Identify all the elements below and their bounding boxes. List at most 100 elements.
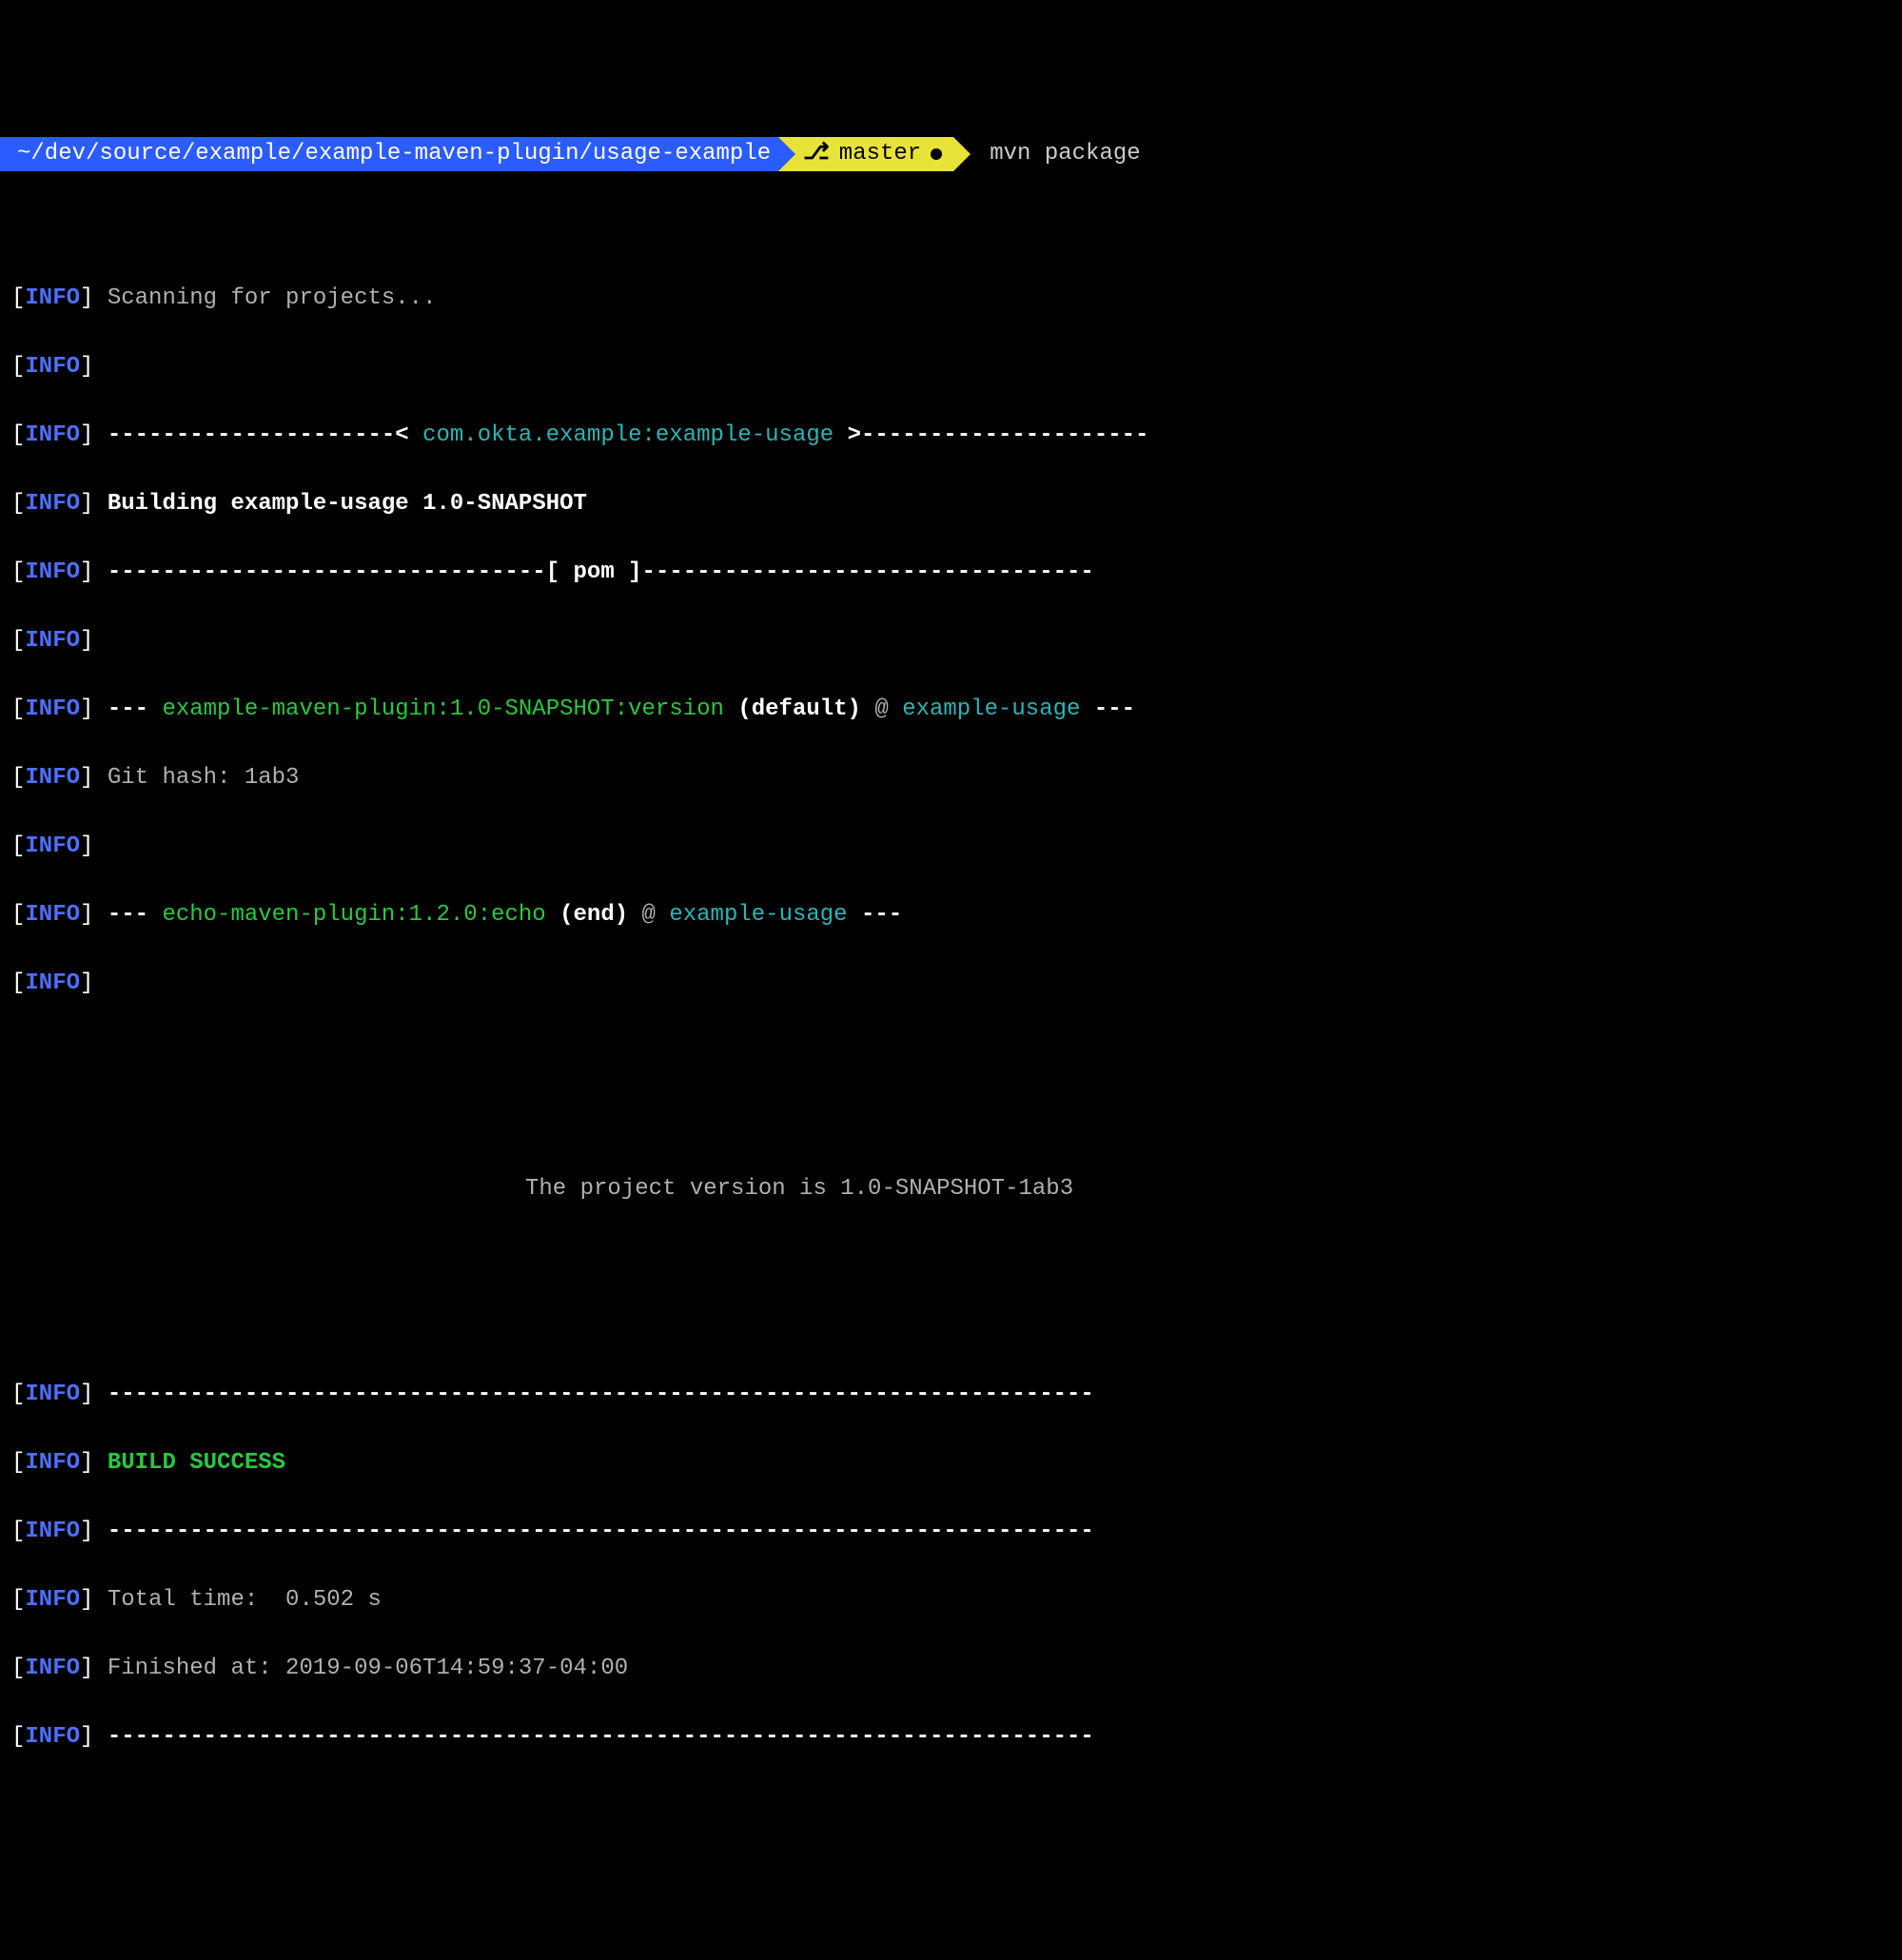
output-line: [INFO] (11, 967, 1891, 1001)
plugin-dashes: --- (108, 696, 163, 722)
plugin-dashes: --- (848, 902, 903, 928)
info-tag: INFO (25, 1519, 80, 1544)
info-tag: INFO (25, 1450, 80, 1476)
info-tag: INFO (25, 1382, 80, 1407)
plugin-at: @ (861, 696, 902, 722)
bracket-close: ] (80, 1519, 93, 1544)
hr-dashes: ----------------------------------------… (108, 1724, 1094, 1750)
bracket-open: [ (11, 285, 25, 311)
bracket-close: ] (80, 422, 93, 448)
plugin-project: example-usage (669, 902, 847, 928)
output-line: [INFO] (11, 624, 1891, 658)
finished-at-text: Finished at: 2019-09-06T14:59:37-04:00 (108, 1656, 628, 1681)
path-arrow-icon (778, 137, 795, 171)
terminal-output: [INFO] Scanning for projects... [INFO] [… (0, 240, 1902, 1789)
pom-dashes: --------------------------------[ (108, 559, 574, 585)
output-line: [INFO] Total time: 0.502 s (11, 1583, 1891, 1617)
prompt-path: ~/dev/source/example/example-maven-plugi… (0, 137, 778, 171)
bracket-open: [ (11, 628, 25, 654)
output-line: [INFO] ---------------------------------… (11, 1515, 1891, 1549)
echo-text: The project version is 1.0-SNAPSHOT-1ab3 (525, 1176, 1073, 1202)
bracket-close: ] (80, 285, 93, 311)
total-time-text: Total time: 0.502 s (108, 1587, 382, 1613)
bracket-close: ] (80, 696, 93, 722)
scanning-text: Scanning for projects... (108, 285, 437, 311)
output-line (11, 1309, 1891, 1343)
pom-label: pom (574, 559, 615, 585)
building-text: Building example-usage 1.0-SNAPSHOT (108, 491, 587, 517)
output-line: [INFO] ---------------------< com.okta.e… (11, 419, 1891, 453)
bracket-close: ] (80, 1724, 93, 1750)
git-hash-text: Git hash: 1ab3 (108, 765, 300, 791)
output-line: [INFO] Building example-usage 1.0-SNAPSH… (11, 487, 1891, 521)
info-tag: INFO (25, 491, 80, 517)
info-tag: INFO (25, 1656, 80, 1681)
bracket-open: [ (11, 422, 25, 448)
bracket-close: ] (80, 559, 93, 585)
bracket-close: ] (80, 1656, 93, 1681)
plugin-at: @ (628, 902, 669, 928)
build-success-text: BUILD SUCCESS (108, 1450, 285, 1476)
plugin-end: (end) (546, 902, 628, 928)
info-tag: INFO (25, 833, 80, 859)
prompt-branch: ⎇ master (778, 137, 953, 171)
bracket-close: ] (80, 970, 93, 996)
project-coordinates: com.okta.example:example-usage (422, 422, 833, 448)
hr-dashes: ----------------------------------------… (108, 1519, 1094, 1544)
pom-dashes: ]--------------------------------- (615, 559, 1094, 585)
echo-output: The project version is 1.0-SNAPSHOT-1ab3 (11, 1172, 1891, 1206)
bracket-open: [ (11, 765, 25, 791)
info-tag: INFO (25, 970, 80, 996)
output-line: [INFO] BUILD SUCCESS (11, 1446, 1891, 1480)
info-tag: INFO (25, 354, 80, 380)
plugin-default: (default) (724, 696, 861, 722)
info-tag: INFO (25, 1587, 80, 1613)
dirty-indicator-icon (931, 148, 942, 160)
output-line: [INFO] --- echo-maven-plugin:1.2.0:echo … (11, 898, 1891, 932)
bracket-close: ] (80, 1587, 93, 1613)
header-dashes: ---------------------< (108, 422, 422, 448)
plugin-name: echo-maven-plugin:1.2.0:echo (162, 902, 545, 928)
info-tag: INFO (25, 628, 80, 654)
bracket-open: [ (11, 1519, 25, 1544)
bracket-close: ] (80, 1450, 93, 1476)
prompt-command: mvn package (971, 137, 1140, 171)
branch-arrow-icon (953, 137, 971, 171)
bracket-close: ] (80, 902, 93, 928)
info-tag: INFO (25, 902, 80, 928)
output-line: [INFO] ---------------------------------… (11, 1720, 1891, 1754)
bracket-open: [ (11, 1724, 25, 1750)
header-dashes: >--------------------- (833, 422, 1148, 448)
output-line: [INFO] Finished at: 2019-09-06T14:59:37-… (11, 1652, 1891, 1686)
output-line: [INFO] Scanning for projects... (11, 282, 1891, 316)
output-line: [INFO] (11, 830, 1891, 864)
bracket-open: [ (11, 559, 25, 585)
git-branch-icon: ⎇ (803, 137, 830, 171)
prompt-line[interactable]: ~/dev/source/example/example-maven-plugi… (0, 137, 1902, 171)
bracket-close: ] (80, 765, 93, 791)
bracket-close: ] (80, 628, 93, 654)
bracket-open: [ (11, 354, 25, 380)
info-tag: INFO (25, 696, 80, 722)
bracket-close: ] (80, 1382, 93, 1407)
command-text: mvn package (990, 137, 1140, 171)
output-line: [INFO] --- example-maven-plugin:1.0-SNAP… (11, 693, 1891, 727)
output-line: [INFO] ---------------------------------… (11, 1378, 1891, 1412)
bracket-open: [ (11, 696, 25, 722)
plugin-dashes: --- (108, 902, 163, 928)
output-line (11, 1241, 1891, 1275)
output-line (11, 1035, 1891, 1069)
bracket-close: ] (80, 491, 93, 517)
hr-dashes: ----------------------------------------… (108, 1382, 1094, 1407)
plugin-dashes: --- (1080, 696, 1135, 722)
info-tag: INFO (25, 559, 80, 585)
bracket-open: [ (11, 491, 25, 517)
info-tag: INFO (25, 765, 80, 791)
plugin-project: example-usage (902, 696, 1080, 722)
bracket-open: [ (11, 1382, 25, 1407)
bracket-open: [ (11, 1656, 25, 1681)
bracket-open: [ (11, 970, 25, 996)
output-line (11, 1104, 1891, 1138)
bracket-open: [ (11, 902, 25, 928)
bracket-close: ] (80, 833, 93, 859)
